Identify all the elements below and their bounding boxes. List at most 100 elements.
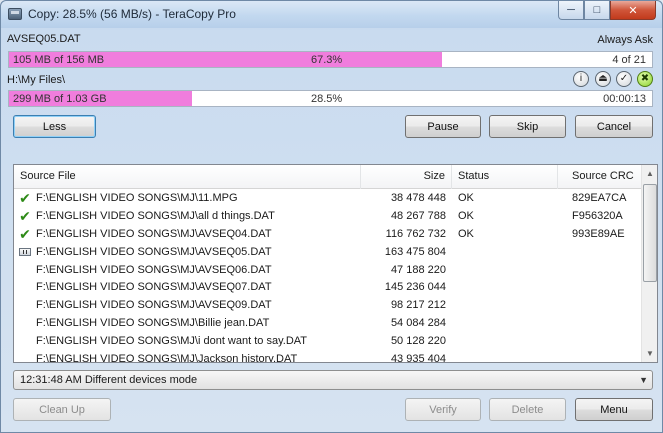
column-size[interactable]: Size	[361, 165, 452, 189]
row-size: 98 217 212	[390, 299, 446, 312]
row-source-file: ✔ F:\ENGLISH VIDEO SONGS\MJ\all d things.…	[14, 208, 361, 226]
row-source-crc: 993E89AE	[572, 227, 625, 240]
row-source-crc	[558, 315, 642, 333]
total-progress-text: 299 MB of 1.03 GB	[13, 93, 107, 105]
eject-icon[interactable]: ⏏	[595, 71, 611, 87]
ok-check-icon: ✔	[19, 207, 31, 224]
row-size: 163 475 804	[384, 245, 446, 258]
row-source-crc	[558, 333, 642, 351]
column-status[interactable]: Status	[452, 165, 558, 189]
row-source-file: F:\ENGLISH VIDEO SONGS\MJ\AVSEQ05.DAT	[14, 244, 361, 262]
minimize-button[interactable]: ─	[558, 1, 584, 20]
row-size: 54 084 284	[390, 317, 446, 330]
row-status	[452, 244, 558, 262]
maximize-icon: □	[593, 4, 601, 16]
row-size: 48 267 788	[390, 209, 446, 222]
row-status	[452, 297, 558, 315]
file-list-row[interactable]: F:\ENGLISH VIDEO SONGS\MJ\AVSEQ09.DAT 98 …	[14, 297, 642, 315]
chevron-down-icon: ▼	[639, 375, 648, 385]
row-size: 116 762 732	[385, 227, 446, 240]
file-list-row[interactable]: F:\ENGLISH VIDEO SONGS\MJ\AVSEQ06.DAT 47 …	[14, 262, 642, 280]
check-icon[interactable]: ✓	[616, 71, 632, 87]
row-size: 38 478 448	[390, 192, 446, 204]
log-dropdown[interactable]: 12:31:48 AM Different devices mode ▼	[13, 370, 653, 390]
row-source-crc	[558, 279, 642, 297]
target-path: H:\My Files\	[7, 74, 66, 86]
file-index-counter: 4 of 21	[612, 54, 646, 66]
row-size: 47 188 220	[390, 263, 446, 276]
close-window-button[interactable]: ✕	[610, 1, 656, 20]
cancel-button[interactable]: Cancel	[575, 115, 653, 138]
file-list-row[interactable]: F:\ENGLISH VIDEO SONGS\MJ\Billie jean.DA…	[14, 315, 642, 333]
delete-button[interactable]: Delete	[489, 398, 566, 421]
file-list-header: Source File Size Status Source CRC	[14, 165, 642, 189]
close-icon: ✕	[628, 4, 638, 17]
row-source-file-text: F:\ENGLISH VIDEO SONGS\MJ\i dont want to…	[36, 335, 307, 348]
info-icon[interactable]: i	[573, 71, 589, 87]
file-progress-bar: 105 MB of 156 MB 67.3% 4 of 21	[8, 51, 653, 68]
row-source-file-text: F:\ENGLISH VIDEO SONGS\MJ\Jackson histor…	[36, 353, 298, 363]
scroll-up-icon[interactable]: ▲	[642, 165, 657, 182]
window-client: AVSEQ05.DAT Always Ask 105 MB of 156 MB …	[7, 28, 658, 428]
maximize-button[interactable]: □	[584, 1, 610, 20]
row-source-crc	[558, 262, 642, 280]
row-source-crc: 829EA7CA	[572, 192, 627, 204]
file-list-row[interactable]: F:\ENGLISH VIDEO SONGS\MJ\AVSEQ05.DAT 163…	[14, 244, 642, 262]
less-button[interactable]: Less	[13, 115, 96, 138]
file-progress-percent: 67.3%	[311, 54, 343, 66]
verify-button[interactable]: Verify	[405, 398, 481, 421]
skip-button[interactable]: Skip	[489, 115, 566, 138]
clean-up-button[interactable]: Clean Up	[13, 398, 111, 421]
teracopy-window: Copy: 28.5% (56 MB/s) - TeraCopy Pro ─ □…	[0, 0, 663, 433]
row-status	[452, 333, 558, 351]
column-source-file[interactable]: Source File	[14, 165, 361, 189]
row-source-file-text: F:\ENGLISH VIDEO SONGS\MJ\AVSEQ06.DAT	[36, 263, 272, 276]
row-source-file-text: F:\ENGLISH VIDEO SONGS\MJ\AVSEQ09.DAT	[36, 299, 272, 312]
file-list[interactable]: Source File Size Status Source CRC ✔ F:\E…	[13, 164, 658, 363]
window-title: Copy: 28.5% (56 MB/s) - TeraCopy Pro	[28, 7, 236, 21]
row-status: OK	[458, 192, 474, 204]
row-status	[452, 315, 558, 333]
row-status	[452, 351, 558, 362]
menu-button[interactable]: Menu	[575, 398, 653, 421]
total-progress-bar: 299 MB of 1.03 GB 28.5% 00:00:13	[8, 90, 653, 107]
caption-buttons: ─ □ ✕	[558, 1, 656, 21]
row-source-file-text: F:\ENGLISH VIDEO SONGS\MJ\Billie jean.DA…	[36, 317, 270, 330]
vertical-scrollbar[interactable]: ▲ ▼	[641, 165, 657, 362]
row-status: OK	[458, 227, 474, 240]
pause-button[interactable]: Pause	[405, 115, 481, 138]
row-source-file-text: F:\ENGLISH VIDEO SONGS\MJ\AVSEQ07.DAT	[36, 281, 272, 294]
file-progress-text: 105 MB of 156 MB	[13, 54, 105, 66]
minimize-icon: ─	[567, 4, 575, 16]
row-source-file-text: F:\ENGLISH VIDEO SONGS\MJ\AVSEQ04.DAT	[36, 227, 272, 240]
app-icon	[8, 8, 22, 20]
file-list-row[interactable]: ✔ F:\ENGLISH VIDEO SONGS\MJ\AVSEQ04.DAT 11…	[14, 226, 642, 244]
row-source-file-text: F:\ENGLISH VIDEO SONGS\MJ\all d things.D…	[36, 209, 275, 222]
file-list-row[interactable]: F:\ENGLISH VIDEO SONGS\MJ\Jackson histor…	[14, 351, 642, 363]
log-dropdown-value: 12:31:48 AM Different devices mode	[20, 374, 198, 386]
file-list-row[interactable]: F:\ENGLISH VIDEO SONGS\MJ\AVSEQ07.DAT 145…	[14, 279, 642, 297]
close-on-finish-icon[interactable]: ✖	[637, 71, 653, 87]
scrollbar-thumb[interactable]	[643, 184, 657, 282]
current-file-name: AVSEQ05.DAT	[7, 33, 81, 45]
column-source-crc[interactable]: Source CRC	[558, 165, 642, 189]
row-source-file: ✔ F:\ENGLISH VIDEO SONGS\MJ\11.MPG	[14, 190, 361, 208]
row-source-file: F:\ENGLISH VIDEO SONGS\MJ\i dont want to…	[14, 333, 361, 351]
ok-check-icon: ✔	[19, 225, 31, 242]
file-list-row[interactable]: F:\ENGLISH VIDEO SONGS\MJ\i dont want to…	[14, 333, 642, 351]
in-progress-icon	[19, 247, 31, 256]
row-source-file: F:\ENGLISH VIDEO SONGS\MJ\Billie jean.DA…	[14, 315, 361, 333]
file-list-row[interactable]: ✔ F:\ENGLISH VIDEO SONGS\MJ\11.MPG 38 478 …	[14, 190, 642, 208]
row-source-file: F:\ENGLISH VIDEO SONGS\MJ\AVSEQ06.DAT	[14, 262, 361, 280]
row-source-file: ✔ F:\ENGLISH VIDEO SONGS\MJ\AVSEQ04.DAT	[14, 226, 361, 244]
row-source-crc	[558, 244, 642, 262]
row-source-file-text: F:\ENGLISH VIDEO SONGS\MJ\AVSEQ05.DAT	[36, 245, 272, 258]
overwrite-mode-label[interactable]: Always Ask	[597, 34, 653, 46]
row-size: 50 128 220	[390, 335, 446, 348]
row-source-crc	[558, 297, 642, 315]
row-status	[452, 279, 558, 297]
scroll-down-icon[interactable]: ▼	[642, 345, 657, 362]
title-bar[interactable]: Copy: 28.5% (56 MB/s) - TeraCopy Pro ─ □…	[1, 1, 662, 28]
row-source-file-text: F:\ENGLISH VIDEO SONGS\MJ\11.MPG	[36, 192, 238, 204]
file-list-row[interactable]: ✔ F:\ENGLISH VIDEO SONGS\MJ\all d things.…	[14, 208, 642, 226]
